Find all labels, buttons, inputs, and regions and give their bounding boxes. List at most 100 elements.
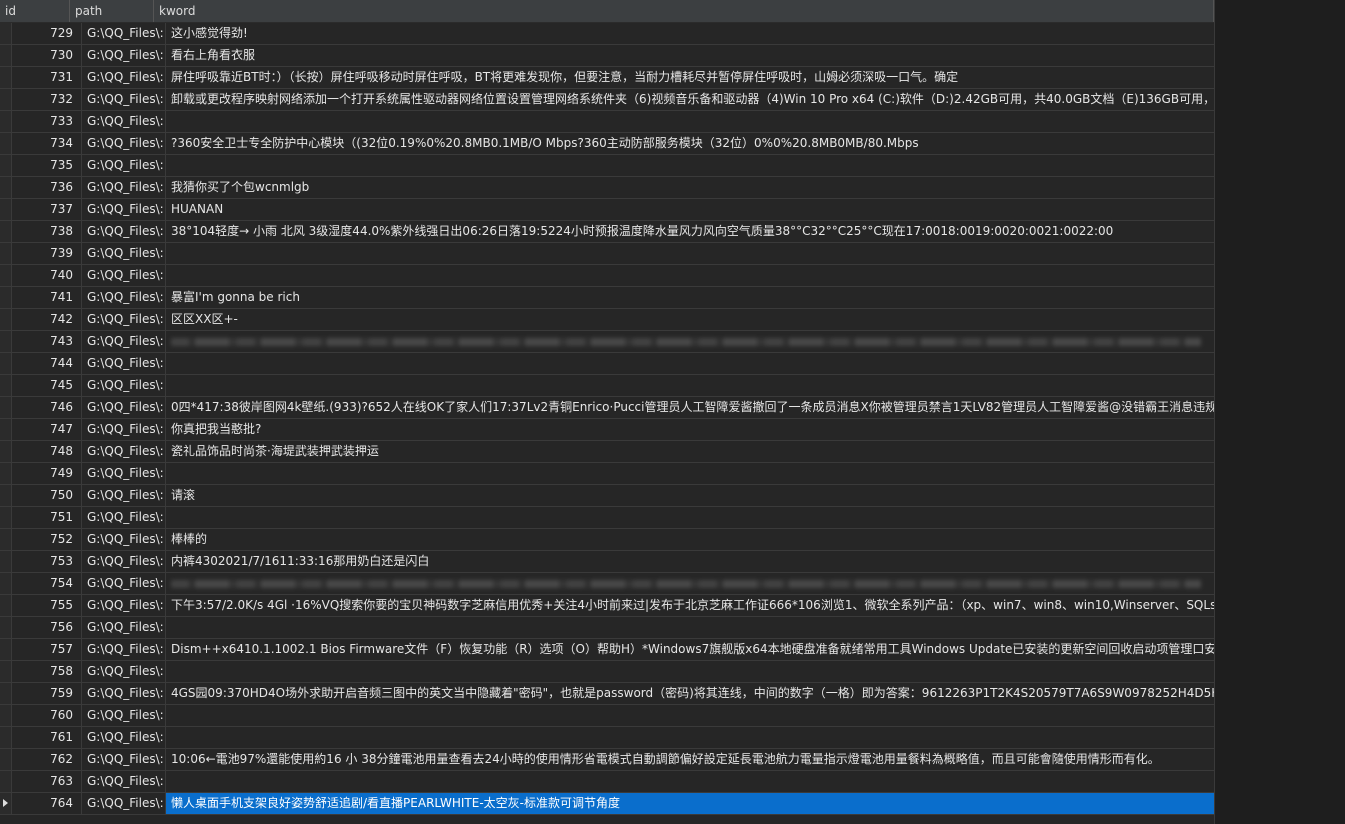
cell-kword[interactable] bbox=[166, 331, 1214, 352]
table-row[interactable]: 757 G:\QQ_Files\: Dism++x6410.1.1002.1 Bio… bbox=[0, 639, 1214, 661]
table-row[interactable]: 748 G:\QQ_Files\: 瓷礼品饰品时尚茶·海堤武装押武装押运 bbox=[0, 441, 1214, 463]
cell-id[interactable]: 760 bbox=[12, 705, 82, 726]
cell-id[interactable]: 761 bbox=[12, 727, 82, 748]
table-row[interactable]: 755 G:\QQ_Files\: 下午3:57/2.0K/s 4Gl ·16%VQ… bbox=[0, 595, 1214, 617]
table-row[interactable]: 737 G:\QQ_Files\: HUANAN bbox=[0, 199, 1214, 221]
table-row[interactable]: 753 G:\QQ_Files\: 内裤4302021/7/1611:33:16那用… bbox=[0, 551, 1214, 573]
row-gutter[interactable] bbox=[0, 727, 12, 748]
row-gutter[interactable] bbox=[0, 771, 12, 792]
cell-path[interactable]: G:\QQ_Files\: bbox=[82, 133, 166, 154]
table-row[interactable]: 729 G:\QQ_Files\: 这小感觉得劲! bbox=[0, 23, 1214, 45]
cell-kword[interactable] bbox=[166, 111, 1214, 132]
cell-kword[interactable]: ?360安全卫士专全防护中心模块（(32位0.19%0%20.8MB0.1MB/… bbox=[166, 133, 1214, 154]
cell-kword[interactable] bbox=[166, 375, 1214, 396]
cell-id[interactable]: 743 bbox=[12, 331, 82, 352]
table-row[interactable]: 756 G:\QQ_Files\: bbox=[0, 617, 1214, 639]
cell-path[interactable]: G:\QQ_Files\: bbox=[82, 551, 166, 572]
cell-id[interactable]: 749 bbox=[12, 463, 82, 484]
cell-kword[interactable]: 下午3:57/2.0K/s 4Gl ·16%VQ搜索你要的宝贝神码数字芝麻信用优… bbox=[166, 595, 1214, 616]
row-gutter[interactable] bbox=[0, 133, 12, 154]
cell-kword[interactable]: Dism++x6410.1.1002.1 Bios Firmware文件（F）恢… bbox=[166, 639, 1214, 660]
cell-kword[interactable]: 暴富I'm gonna be rich bbox=[166, 287, 1214, 308]
table-row[interactable]: 752 G:\QQ_Files\: 棒棒的 bbox=[0, 529, 1214, 551]
row-gutter[interactable] bbox=[0, 661, 12, 682]
cell-id[interactable]: 751 bbox=[12, 507, 82, 528]
current-row-indicator-icon[interactable] bbox=[0, 793, 12, 814]
cell-path[interactable]: G:\QQ_Files\: bbox=[82, 793, 166, 814]
cell-path[interactable]: G:\QQ_Files\: bbox=[82, 309, 166, 330]
cell-id[interactable]: 745 bbox=[12, 375, 82, 396]
cell-kword[interactable] bbox=[166, 727, 1214, 748]
cell-path[interactable]: G:\QQ_Files\: bbox=[82, 155, 166, 176]
cell-id[interactable]: 741 bbox=[12, 287, 82, 308]
cell-path[interactable]: G:\QQ_Files\: bbox=[82, 529, 166, 550]
cell-path[interactable]: G:\QQ_Files\: bbox=[82, 45, 166, 66]
table-row[interactable]: 764 G:\QQ_Files\: 懒人桌面手机支架良好姿势舒适追剧/看直播PEAR… bbox=[0, 793, 1214, 815]
row-gutter[interactable] bbox=[0, 177, 12, 198]
cell-path[interactable]: G:\QQ_Files\: bbox=[82, 771, 166, 792]
row-gutter[interactable] bbox=[0, 683, 12, 704]
row-gutter[interactable] bbox=[0, 155, 12, 176]
row-gutter[interactable] bbox=[0, 749, 12, 770]
cell-path[interactable]: G:\QQ_Files\: bbox=[82, 177, 166, 198]
cell-id[interactable]: 736 bbox=[12, 177, 82, 198]
cell-id[interactable]: 756 bbox=[12, 617, 82, 638]
cell-kword[interactable]: 10:06←電池97%還能使用約16 小 38分鐘電池用量查看去24小時的使用情… bbox=[166, 749, 1214, 770]
cell-path[interactable]: G:\QQ_Files\: bbox=[82, 199, 166, 220]
cell-kword[interactable] bbox=[166, 243, 1214, 264]
cell-kword[interactable] bbox=[166, 771, 1214, 792]
row-gutter[interactable] bbox=[0, 397, 12, 418]
cell-path[interactable]: G:\QQ_Files\: bbox=[82, 243, 166, 264]
cell-kword[interactable]: HUANAN bbox=[166, 199, 1214, 220]
table-row[interactable]: 759 G:\QQ_Files\: 4GS园09:370HD4O场外求助开启音频三图… bbox=[0, 683, 1214, 705]
row-gutter[interactable] bbox=[0, 573, 12, 594]
cell-kword[interactable] bbox=[166, 265, 1214, 286]
table-row[interactable]: 754 G:\QQ_Files\: bbox=[0, 573, 1214, 595]
table-row[interactable]: 760 G:\QQ_Files\: bbox=[0, 705, 1214, 727]
cell-kword[interactable]: 0四*417:38彼岸图网4k壁纸.(933)?652人在线OK了家人们17:3… bbox=[166, 397, 1214, 418]
cell-path[interactable]: G:\QQ_Files\: bbox=[82, 485, 166, 506]
cell-path[interactable]: G:\QQ_Files\: bbox=[82, 727, 166, 748]
cell-id[interactable]: 755 bbox=[12, 595, 82, 616]
cell-path[interactable]: G:\QQ_Files\: bbox=[82, 749, 166, 770]
cell-path[interactable]: G:\QQ_Files\: bbox=[82, 397, 166, 418]
cell-kword[interactable]: 这小感觉得劲! bbox=[166, 23, 1214, 44]
row-gutter[interactable] bbox=[0, 507, 12, 528]
cell-id[interactable]: 735 bbox=[12, 155, 82, 176]
row-gutter[interactable] bbox=[0, 463, 12, 484]
cell-kword[interactable] bbox=[166, 463, 1214, 484]
table-row[interactable]: 738 G:\QQ_Files\: 38°104轻度→ 小雨 北风 3级湿度44.0… bbox=[0, 221, 1214, 243]
cell-path[interactable]: G:\QQ_Files\: bbox=[82, 23, 166, 44]
row-gutter[interactable] bbox=[0, 67, 12, 88]
table-row[interactable]: 741 G:\QQ_Files\: 暴富I'm gonna be rich bbox=[0, 287, 1214, 309]
cell-id[interactable]: 731 bbox=[12, 67, 82, 88]
column-header-id[interactable]: id bbox=[0, 0, 70, 22]
cell-id[interactable]: 757 bbox=[12, 639, 82, 660]
cell-kword[interactable]: 瓷礼品饰品时尚茶·海堤武装押武装押运 bbox=[166, 441, 1214, 462]
cell-kword[interactable]: 你真把我当憨批? bbox=[166, 419, 1214, 440]
cell-id[interactable]: 744 bbox=[12, 353, 82, 374]
cell-id[interactable]: 729 bbox=[12, 23, 82, 44]
cell-id[interactable]: 748 bbox=[12, 441, 82, 462]
cell-path[interactable]: G:\QQ_Files\: bbox=[82, 67, 166, 88]
cell-id[interactable]: 742 bbox=[12, 309, 82, 330]
table-row[interactable]: 762 G:\QQ_Files\: 10:06←電池97%還能使用約16 小 38分… bbox=[0, 749, 1214, 771]
table-row[interactable]: 731 G:\QQ_Files\: 屏住呼吸靠近BT时：）（长按）屏住呼吸移动时屏住… bbox=[0, 67, 1214, 89]
table-row[interactable]: 739 G:\QQ_Files\: bbox=[0, 243, 1214, 265]
table-row[interactable]: 732 G:\QQ_Files\: 卸载或更改程序映射网络添加一个打开系统属性驱动器… bbox=[0, 89, 1214, 111]
cell-id[interactable]: 739 bbox=[12, 243, 82, 264]
table-row[interactable]: 758 G:\QQ_Files\: bbox=[0, 661, 1214, 683]
cell-path[interactable]: G:\QQ_Files\: bbox=[82, 683, 166, 704]
cell-path[interactable]: G:\QQ_Files\: bbox=[82, 111, 166, 132]
row-gutter[interactable] bbox=[0, 375, 12, 396]
table-row[interactable]: 744 G:\QQ_Files\: bbox=[0, 353, 1214, 375]
cell-id[interactable]: 737 bbox=[12, 199, 82, 220]
cell-path[interactable]: G:\QQ_Files\: bbox=[82, 375, 166, 396]
cell-path[interactable]: G:\QQ_Files\: bbox=[82, 661, 166, 682]
cell-kword[interactable] bbox=[166, 155, 1214, 176]
row-gutter[interactable] bbox=[0, 441, 12, 462]
cell-kword[interactable]: 4GS园09:370HD4O场外求助开启音频三图中的英文当中隐藏着"密码"，也就… bbox=[166, 683, 1214, 704]
row-gutter[interactable] bbox=[0, 23, 12, 44]
column-header-path[interactable]: path bbox=[70, 0, 154, 22]
cell-id[interactable]: 762 bbox=[12, 749, 82, 770]
